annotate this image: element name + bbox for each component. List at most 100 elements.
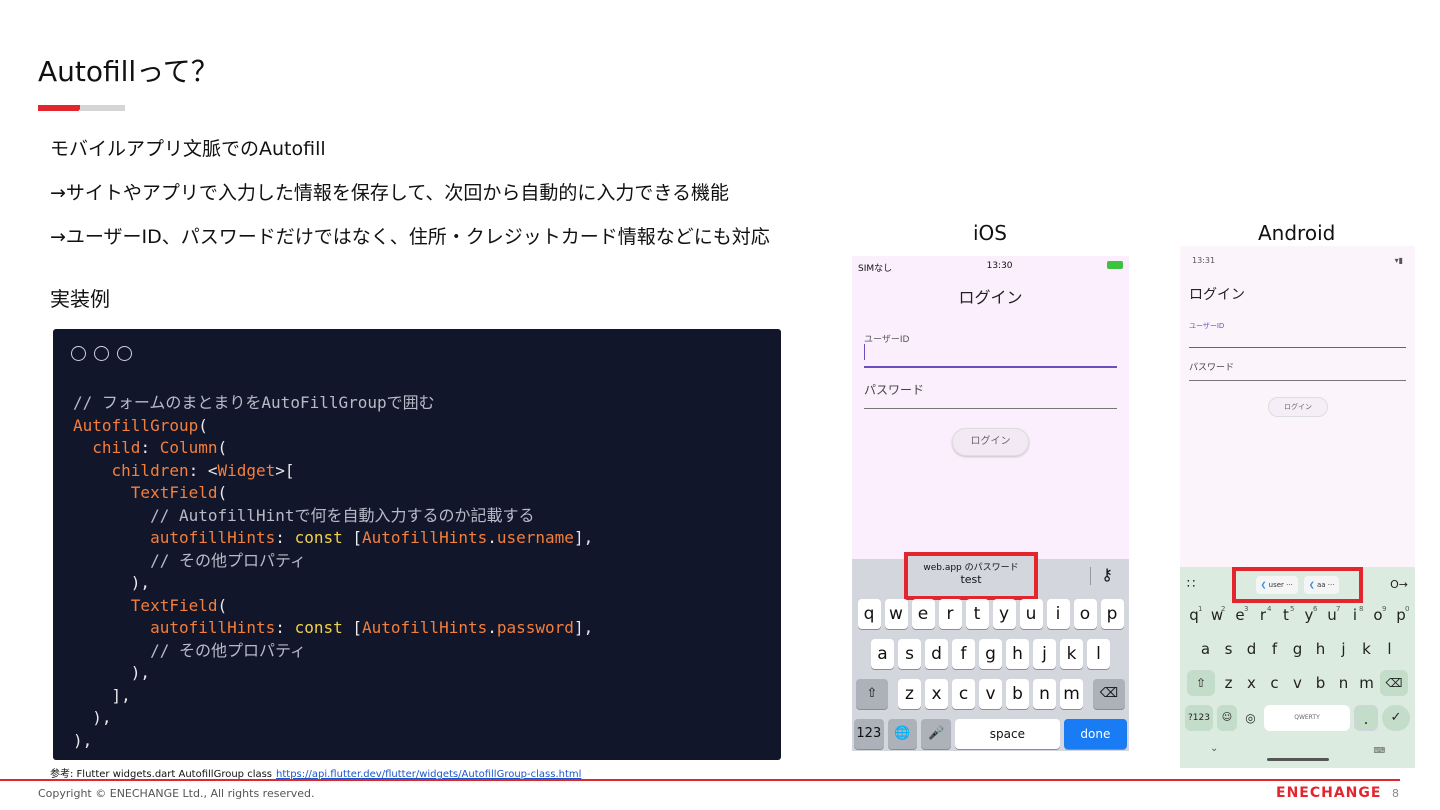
android-label: Android [1258, 221, 1336, 245]
shift-key-icon[interactable]: ⇧ [1187, 670, 1215, 696]
key-icon[interactable]: O→ [1390, 578, 1408, 591]
numbers-key[interactable]: ?123 [1185, 705, 1213, 731]
login-button[interactable]: ログイン [952, 428, 1029, 456]
key[interactable]: m [1357, 670, 1376, 696]
key[interactable]: j [1033, 639, 1056, 669]
key[interactable]: u [1019, 599, 1043, 629]
ios-label: iOS [973, 221, 1007, 245]
code-token: password [496, 618, 574, 637]
chevron-down-icon[interactable]: ⌄ [1210, 743, 1218, 754]
key[interactable]: k [1357, 636, 1376, 662]
period-key[interactable]: . [1354, 705, 1378, 731]
password-field[interactable] [864, 408, 1117, 409]
key[interactable]: p0 [1392, 602, 1411, 628]
key[interactable]: w2 [1208, 602, 1227, 628]
key[interactable]: y6 [1300, 602, 1319, 628]
globe-key-icon[interactable]: 🌐 [887, 719, 918, 749]
key[interactable]: e3 [1231, 602, 1250, 628]
key[interactable]: b [1311, 670, 1330, 696]
key[interactable]: a [871, 639, 894, 669]
code-comment: // フォームのまとまりをAutoFillGroupで囲む [73, 393, 435, 412]
autofill-chip-user[interactable]: ❮ user ··· [1255, 576, 1298, 594]
keyboard-icon[interactable]: ⌨ [1373, 746, 1385, 755]
key[interactable]: c [952, 679, 975, 709]
user-id-field[interactable] [864, 366, 1117, 368]
ios-screenshot: SIMなし 13:30 ログイン ユーザーID パスワード ログイン web.a… [852, 256, 1129, 751]
emoji-key-icon[interactable]: ☺ [1217, 705, 1237, 731]
key[interactable]: g [979, 639, 1002, 669]
key[interactable]: d [1242, 636, 1261, 662]
autofill-chip-aa[interactable]: ❮ aa ··· [1303, 576, 1340, 594]
title-accent-red [38, 105, 84, 111]
key[interactable]: l [1380, 636, 1399, 662]
key[interactable]: o [1073, 599, 1097, 629]
keyboard-row-3: ⇧ z x c v b n m ⌫ [854, 679, 1127, 709]
gesture-bar[interactable] [1267, 758, 1329, 761]
key[interactable]: h [1311, 636, 1330, 662]
key[interactable]: q [857, 599, 881, 629]
key[interactable]: f [1265, 636, 1284, 662]
keyboard-row-1: q w e r t y u i o p [854, 599, 1127, 629]
key[interactable]: n [1334, 670, 1353, 696]
key[interactable]: p [1100, 599, 1124, 629]
microphone-key-icon[interactable]: 🎤 [921, 719, 951, 749]
space-key[interactable]: space [954, 719, 1060, 749]
space-key[interactable]: QWERTY [1264, 705, 1350, 731]
key[interactable]: k [1060, 639, 1083, 669]
password-field[interactable] [1189, 380, 1406, 381]
code-token: TextField [130, 595, 218, 615]
key[interactable]: c [1265, 670, 1284, 696]
key[interactable]: n [1033, 679, 1056, 709]
key[interactable]: g [1288, 636, 1307, 662]
key[interactable]: e [911, 599, 935, 629]
key[interactable]: z [1219, 670, 1238, 696]
key[interactable]: a [1196, 636, 1215, 662]
key[interactable]: j [1334, 636, 1353, 662]
key[interactable]: d [925, 639, 948, 669]
window-dots [71, 346, 132, 361]
key[interactable]: r4 [1254, 602, 1273, 628]
user-id-field[interactable] [1189, 347, 1406, 348]
keyboard-row-2: a s d f g h j k l [1182, 636, 1413, 662]
done-key[interactable]: done [1063, 719, 1128, 749]
key[interactable]: l [1087, 639, 1110, 669]
enter-check-icon[interactable]: ✓ [1382, 705, 1410, 731]
password-label: パスワード [1189, 363, 1235, 373]
bullet-2: →サイトやアプリで入力した情報を保存して、次回から自動的に入力できる機能 [50, 182, 730, 204]
apps-grid-icon[interactable]: ∷ [1187, 577, 1195, 592]
key[interactable]: x [925, 679, 948, 709]
keyboard-row-3: ⇧ z x c v b n m ⌫ [1182, 670, 1413, 696]
key[interactable]: o9 [1369, 602, 1388, 628]
key[interactable]: t5 [1277, 602, 1296, 628]
key[interactable]: i8 [1346, 602, 1365, 628]
key[interactable]: v [979, 679, 1002, 709]
key[interactable]: x [1242, 670, 1261, 696]
backspace-key-icon[interactable]: ⌫ [1380, 670, 1408, 696]
shift-key-icon[interactable]: ⇧ [856, 679, 888, 709]
login-button[interactable]: ログイン [1268, 397, 1328, 417]
android-screenshot: 13:31 ▾▮ ログイン ユーザーID パスワード ログイン ∷ ❮ user… [1180, 246, 1415, 768]
key[interactable]: y [992, 599, 1016, 629]
key[interactable]: i [1046, 599, 1070, 629]
key[interactable]: t [965, 599, 989, 629]
password-suggestion[interactable]: web.app のパスワード test [904, 552, 1038, 600]
key[interactable]: u7 [1323, 602, 1342, 628]
key[interactable]: v [1288, 670, 1307, 696]
key[interactable]: s [1219, 636, 1238, 662]
key[interactable]: m [1060, 679, 1083, 709]
numbers-key[interactable]: 123 [854, 719, 884, 749]
key[interactable]: w [884, 599, 908, 629]
key[interactable]: z [898, 679, 921, 709]
code-token: username [496, 528, 574, 547]
battery-icon [1106, 261, 1123, 269]
ios-keyboard: web.app のパスワード test ⚷ q w e r t y u i o … [852, 552, 1129, 751]
key[interactable]: q1 [1185, 602, 1204, 628]
key[interactable]: s [898, 639, 921, 669]
key-icon[interactable]: ⚷ [1101, 565, 1113, 584]
key[interactable]: h [1006, 639, 1029, 669]
globe-key-icon[interactable]: ◎ [1241, 705, 1260, 731]
key[interactable]: r [938, 599, 962, 629]
backspace-key-icon[interactable]: ⌫ [1093, 679, 1125, 709]
key[interactable]: f [952, 639, 975, 669]
key[interactable]: b [1006, 679, 1029, 709]
